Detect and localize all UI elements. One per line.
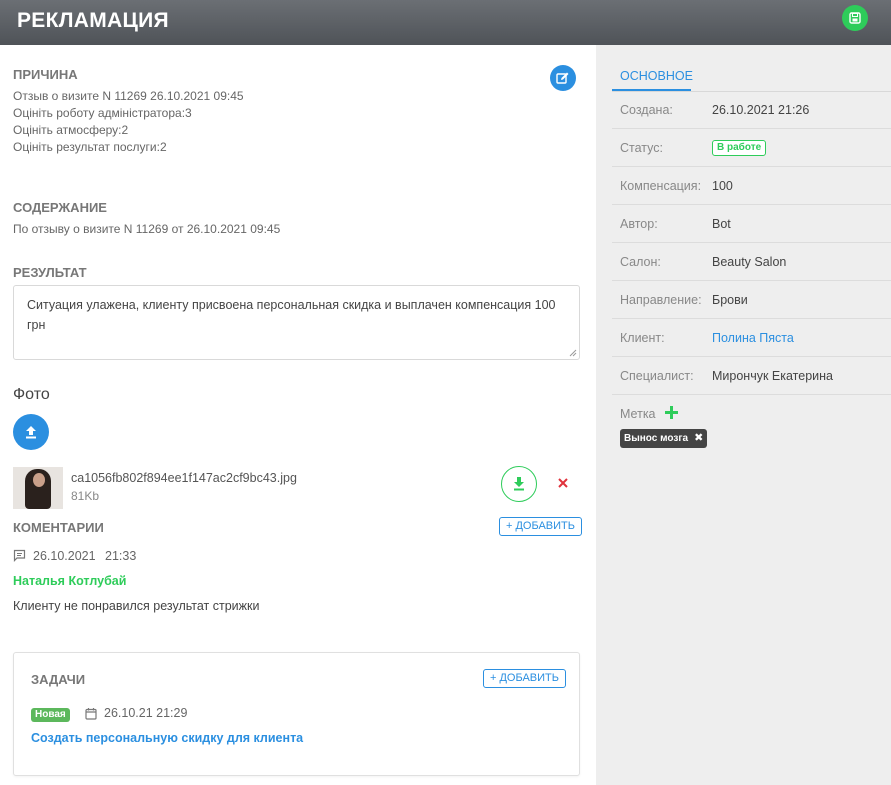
detail-label: Направление: <box>620 293 702 307</box>
detail-label: Салон: <box>620 255 661 269</box>
detail-label: Создана: <box>620 103 673 117</box>
comment-icon <box>13 549 26 562</box>
comments-title: КОМЕНТАРИИ <box>13 520 104 535</box>
tag-label: Метка <box>620 407 656 421</box>
reason-line: Оцініть роботу адміністратора:3 <box>13 106 192 120</box>
detail-row-compensation: Компенсация: 100 <box>612 167 891 205</box>
edit-icon <box>556 72 569 84</box>
add-task-button[interactable]: + ДОБАВИТЬ <box>483 669 566 688</box>
comment-time: 21:33 <box>105 549 137 563</box>
calendar-icon <box>85 708 97 720</box>
client-link[interactable]: Полина Пяста <box>712 331 794 345</box>
download-button[interactable] <box>501 466 537 502</box>
comment-text: Клиенту не понравился результат стрижки <box>13 599 260 613</box>
tasks-title: ЗАДАЧИ <box>31 672 86 687</box>
task-title-link[interactable]: Создать персональную скидку для клиента <box>31 731 303 745</box>
comment-date: 26.10.2021 <box>33 549 96 563</box>
edit-button[interactable] <box>550 65 576 91</box>
file-size: 81Kb <box>71 489 100 503</box>
detail-label: Компенсация: <box>620 179 702 193</box>
detail-row-status: Статус: В работе <box>612 129 891 167</box>
details-sidebar: ОСНОВНОЕ Создана: 26.10.2021 21:26 Стату… <box>596 45 891 785</box>
comment-author[interactable]: Наталья Котлубай <box>13 574 126 588</box>
tasks-card: ЗАДАЧИ + ДОБАВИТЬ Новая 26.10.21 21:29 С… <box>13 652 580 776</box>
task-date: 26.10.21 21:29 <box>104 706 188 720</box>
save-button[interactable] <box>842 5 868 31</box>
delete-icon[interactable] <box>556 476 570 490</box>
photo-thumbnail[interactable] <box>13 467 63 509</box>
detail-value: Bot <box>712 217 731 231</box>
tag-chip-label: Вынос мозга <box>624 433 689 444</box>
add-tag-plus-icon[interactable] <box>664 405 679 420</box>
reason-line: Оцініть результат послуги:2 <box>13 140 167 154</box>
upload-icon <box>26 426 36 439</box>
reason-line: Оцініть атмосферу:2 <box>13 123 129 137</box>
detail-label: Статус: <box>620 141 663 155</box>
result-text: Ситуация улажена, клиенту присвоена перс… <box>27 298 556 332</box>
detail-row-created: Создана: 26.10.2021 21:26 <box>612 91 891 129</box>
file-name: ca1056fb802f894ee1f147ac2cf9bc43.jpg <box>71 471 297 485</box>
detail-value: Beauty Salon <box>712 255 787 269</box>
page-header: РЕКЛАМАЦИЯ <box>0 0 891 45</box>
content-title: СОДЕРЖАНИЕ <box>13 200 107 215</box>
detail-value: 26.10.2021 21:26 <box>712 103 810 117</box>
status-badge: В работе <box>712 140 767 156</box>
reason-line: Отзыв о визите N 11269 26.10.2021 09:45 <box>13 89 244 103</box>
tab-main[interactable]: ОСНОВНОЕ <box>620 69 693 83</box>
add-comment-button[interactable]: + ДОБАВИТЬ <box>499 517 582 536</box>
result-textarea[interactable]: Ситуация улажена, клиенту присвоена перс… <box>13 285 580 360</box>
detail-row-salon: Салон: Beauty Salon <box>612 243 891 281</box>
download-icon <box>514 477 524 491</box>
photo-title: Фото <box>13 386 50 403</box>
detail-value: Мирончук Екатерина <box>712 369 833 383</box>
detail-label: Автор: <box>620 217 658 231</box>
page-title: РЕКЛАМАЦИЯ <box>17 9 169 32</box>
save-icon <box>849 12 861 24</box>
detail-row-direction: Направление: Брови <box>612 281 891 319</box>
detail-row-specialist: Специалист: Мирончук Екатерина <box>612 357 891 395</box>
detail-row-author: Автор: Bot <box>612 205 891 243</box>
upload-button[interactable] <box>13 414 49 450</box>
detail-row-client: Клиент: Полина Пяста <box>612 319 891 357</box>
task-status-badge: Новая <box>31 708 70 722</box>
thumbnail-skin <box>33 473 45 487</box>
reason-title: ПРИЧИНА <box>13 67 78 82</box>
detail-label: Клиент: <box>620 331 665 345</box>
result-title: РЕЗУЛЬТАТ <box>13 265 87 280</box>
main-panel: ПРИЧИНА Отзыв о визите N 11269 26.10.202… <box>0 45 596 785</box>
content-text: По отзыву о визите N 11269 от 26.10.2021… <box>13 222 281 236</box>
resize-handle-icon[interactable] <box>569 349 577 357</box>
detail-label: Специалист: <box>620 369 694 383</box>
tag-chip: Вынос мозга ✖ <box>620 429 708 448</box>
detail-value: 100 <box>712 179 733 193</box>
tag-remove-icon[interactable]: ✖ <box>694 429 703 448</box>
detail-value: Брови <box>712 293 748 307</box>
